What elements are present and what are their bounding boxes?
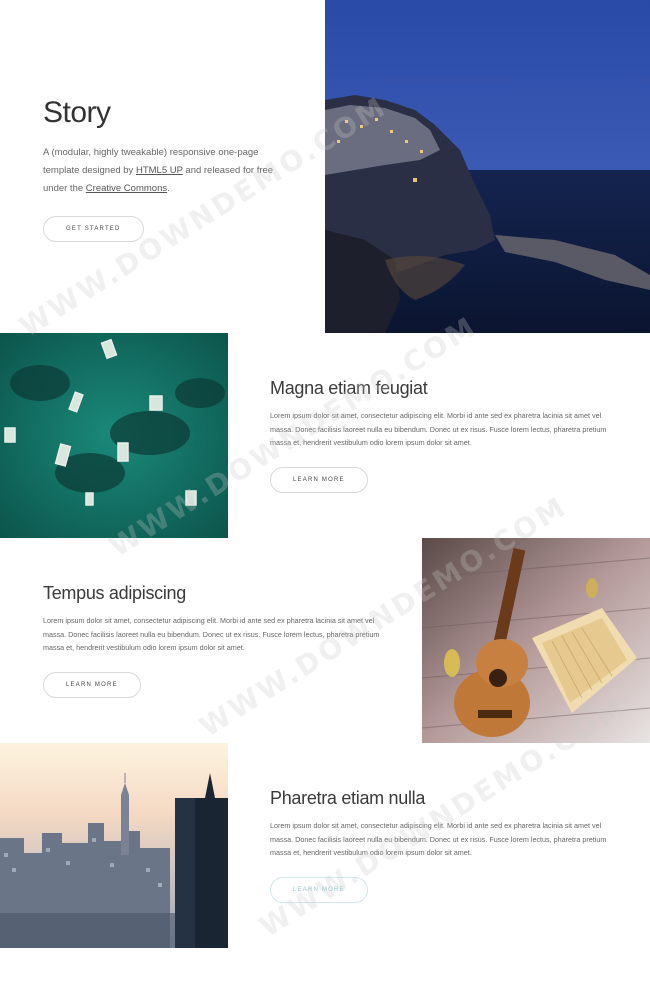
- hero-image: [325, 0, 650, 333]
- get-started-button[interactable]: GET STARTED: [43, 216, 144, 242]
- hero-intro-end: .: [167, 183, 170, 194]
- section3-learn-more-button[interactable]: LEARN MORE: [270, 876, 368, 903]
- section2-text: Tempus adipiscing Lorem ipsum dolor sit …: [43, 583, 388, 698]
- section1-body: Lorem ipsum dolor sit amet, consectetur …: [270, 411, 607, 448]
- section3-title: Pharetra etiam nulla: [270, 788, 426, 808]
- city-skyline-photo: [0, 743, 228, 948]
- section3-text: Pharetra etiam nulla Lorem ipsum dolor s…: [270, 788, 615, 903]
- aerial-boats-photo: [0, 333, 228, 538]
- section1-text: Magna etiam feugiat Lorem ipsum dolor si…: [270, 378, 615, 493]
- section2-title: Tempus adipiscing: [43, 583, 186, 603]
- section3-body: Lorem ipsum dolor sit amet, consectetur …: [270, 821, 607, 858]
- section2-body: Lorem ipsum dolor sit amet, consectetur …: [43, 616, 380, 653]
- ukulele-book-photo: [422, 538, 650, 743]
- cliff-village-night-photo: [325, 0, 650, 333]
- creative-commons-link[interactable]: Creative Commons: [86, 183, 167, 194]
- html5up-link[interactable]: HTML5 UP: [136, 165, 183, 176]
- hero-intro: A (modular, highly tweakable) responsive…: [43, 144, 283, 198]
- section1-image: [0, 333, 228, 538]
- hero-title: Story: [43, 96, 111, 129]
- page: Story A (modular, highly tweakable) resp…: [0, 0, 650, 982]
- section1-learn-more-button[interactable]: LEARN MORE: [270, 466, 368, 493]
- section3-image: [0, 743, 228, 948]
- section1-title: Magna etiam feugiat: [270, 378, 428, 398]
- hero-text: Story A (modular, highly tweakable) resp…: [43, 96, 283, 242]
- section2-learn-more-button[interactable]: LEARN MORE: [43, 671, 141, 698]
- section2-image: [422, 538, 650, 743]
